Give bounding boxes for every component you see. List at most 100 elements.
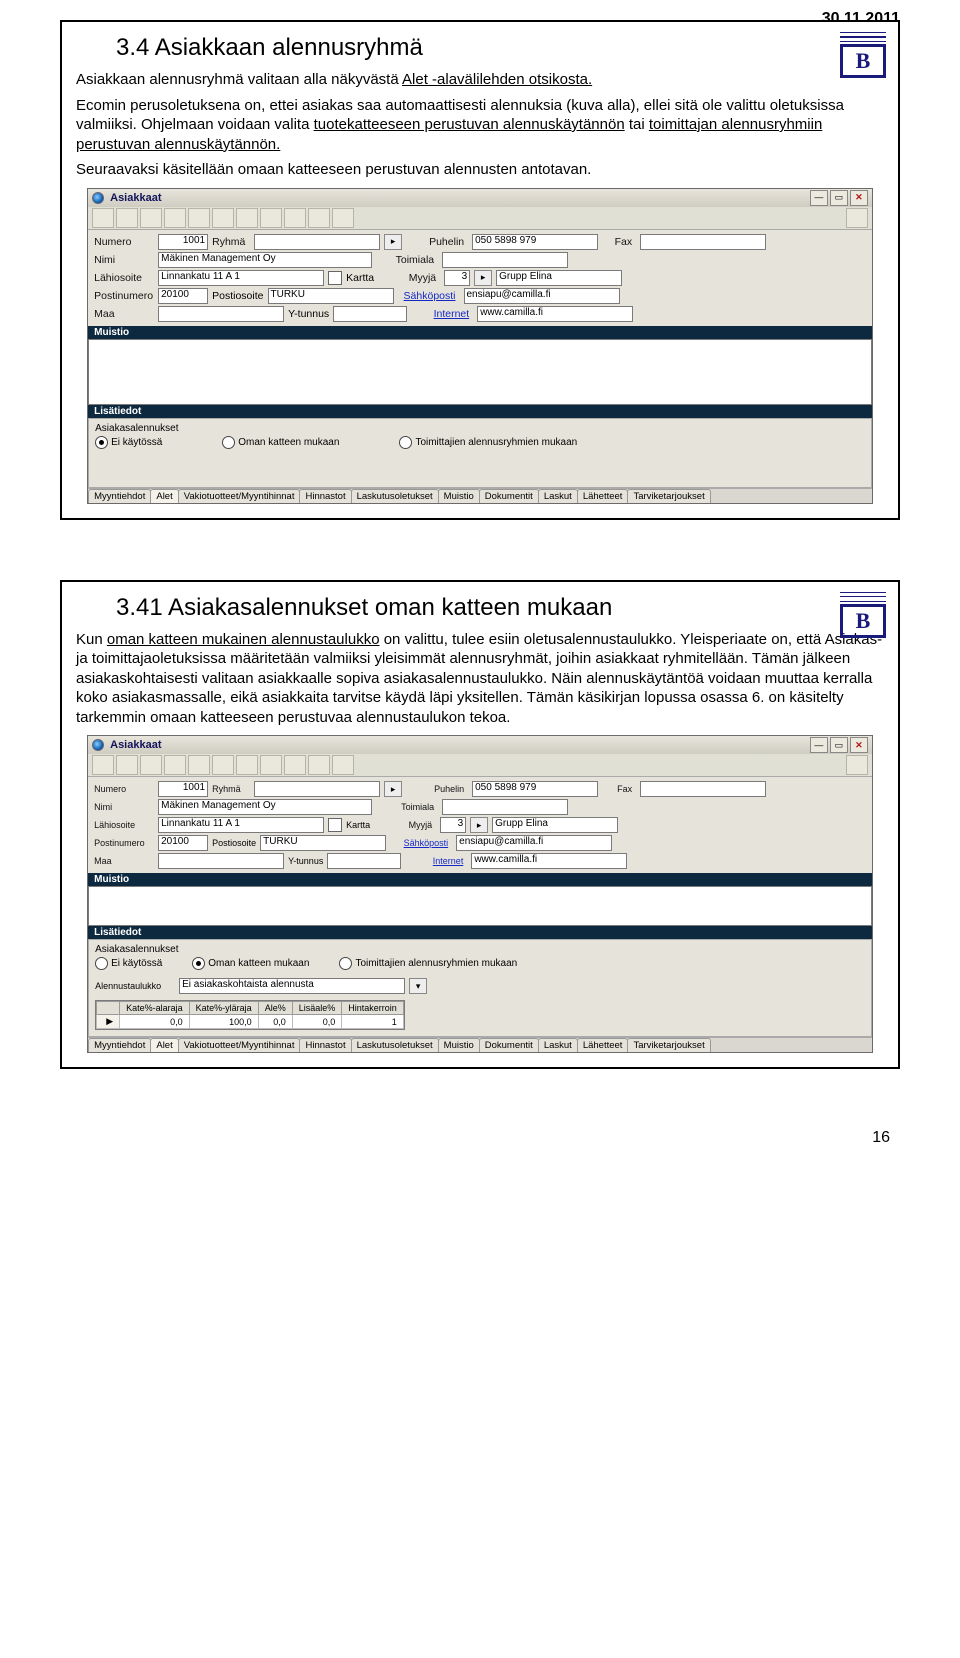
maa-field[interactable]: [158, 853, 284, 869]
internet-field[interactable]: www.camilla.fi: [471, 853, 627, 869]
tab-laskutusoletukset[interactable]: Laskutusoletukset: [351, 489, 439, 503]
ytunnus-field[interactable]: [327, 853, 401, 869]
alennus-grid[interactable]: Kate%-alaraja Kate%-yläraja Ale% Lisäale…: [95, 1000, 405, 1030]
toolbar-btn[interactable]: [846, 208, 868, 228]
toimiala-field[interactable]: [442, 799, 568, 815]
toolbar-btn[interactable]: [92, 755, 114, 775]
toolbar-btn[interactable]: [140, 755, 162, 775]
postiosoite-field[interactable]: TURKU: [268, 288, 394, 304]
tab-lahetteet[interactable]: Lähetteet: [577, 1038, 629, 1052]
ryhma-field[interactable]: [254, 234, 380, 250]
lahiosoite-field[interactable]: Linnankatu 11 A 1: [158, 270, 324, 286]
kartta-checkbox[interactable]: [328, 271, 342, 285]
maximize-button[interactable]: ▭: [830, 737, 848, 753]
toolbar-btn[interactable]: [212, 208, 234, 228]
tab-vakiotuotteet[interactable]: Vakiotuotteet/Myyntihinnat: [178, 1038, 301, 1052]
ytunnus-field[interactable]: [333, 306, 407, 322]
label-internet[interactable]: Internet: [411, 308, 473, 320]
nimi-field[interactable]: Mäkinen Management Oy: [158, 252, 372, 268]
toolbar-btn[interactable]: [188, 208, 210, 228]
toolbar-btn[interactable]: [116, 208, 138, 228]
tab-tarviketarjoukset[interactable]: Tarviketarjoukset: [627, 489, 710, 503]
tab-lahetteet[interactable]: Lähetteet: [577, 489, 629, 503]
muistio-textarea[interactable]: [88, 886, 872, 926]
dropdown-button[interactable]: ▾: [409, 978, 427, 994]
toolbar-btn[interactable]: [308, 755, 330, 775]
toolbar-btn[interactable]: [164, 755, 186, 775]
radio-toimittajien[interactable]: Toimittajien alennusryhmien mukaan: [339, 957, 517, 970]
titlebar[interactable]: Asiakkaat — ▭ ✕: [88, 736, 872, 754]
fax-field[interactable]: [640, 781, 766, 797]
myyja-num-field[interactable]: 3: [444, 270, 470, 286]
close-button[interactable]: ✕: [850, 190, 868, 206]
toolbar-btn[interactable]: [116, 755, 138, 775]
numero-field[interactable]: 1001: [158, 781, 208, 797]
tab-laskutusoletukset[interactable]: Laskutusoletukset: [351, 1038, 439, 1052]
radio-ei-kaytossa[interactable]: Ei käytössä: [95, 436, 162, 449]
close-button[interactable]: ✕: [850, 737, 868, 753]
toolbar-btn[interactable]: [260, 755, 282, 775]
tab-dokumentit[interactable]: Dokumentit: [479, 1038, 539, 1052]
ryhma-lookup-button[interactable]: ▸: [384, 781, 402, 797]
radio-ei-kaytossa[interactable]: Ei käytössä: [95, 957, 162, 970]
label-internet[interactable]: Internet: [405, 856, 467, 866]
puhelin-field[interactable]: 050 5898 979: [472, 781, 598, 797]
maa-field[interactable]: [158, 306, 284, 322]
toolbar-btn[interactable]: [332, 755, 354, 775]
tab-laskut[interactable]: Laskut: [538, 1038, 578, 1052]
toolbar-btn[interactable]: [236, 755, 258, 775]
lahiosoite-field[interactable]: Linnankatu 11 A 1: [158, 817, 324, 833]
tab-myyntiehdot[interactable]: Myyntiehdot: [88, 489, 151, 503]
ryhma-field[interactable]: [254, 781, 380, 797]
nimi-field[interactable]: Mäkinen Management Oy: [158, 799, 372, 815]
tab-laskut[interactable]: Laskut: [538, 489, 578, 503]
radio-oman-katteen[interactable]: Oman katteen mukaan: [192, 957, 309, 970]
toolbar-btn[interactable]: [236, 208, 258, 228]
myyja-name-field[interactable]: Grupp Elina: [496, 270, 622, 286]
fax-field[interactable]: [640, 234, 766, 250]
tab-alet[interactable]: Alet: [150, 1038, 178, 1052]
toolbar-btn[interactable]: [846, 755, 868, 775]
toolbar-btn[interactable]: [332, 208, 354, 228]
minimize-button[interactable]: —: [810, 737, 828, 753]
radio-toimittajien[interactable]: Toimittajien alennusryhmien mukaan: [399, 436, 577, 449]
sahkoposti-field[interactable]: ensiapu@camilla.fi: [456, 835, 612, 851]
toolbar-btn[interactable]: [188, 755, 210, 775]
tab-alet[interactable]: Alet: [150, 489, 178, 503]
muistio-textarea[interactable]: [88, 339, 872, 405]
tab-muistio[interactable]: Muistio: [438, 1038, 480, 1052]
label-sahkoposti[interactable]: Sähköposti: [398, 290, 460, 302]
toolbar-btn[interactable]: [284, 208, 306, 228]
tab-hinnastot[interactable]: Hinnastot: [299, 1038, 351, 1052]
myyja-name-field[interactable]: Grupp Elina: [492, 817, 618, 833]
tab-dokumentit[interactable]: Dokumentit: [479, 489, 539, 503]
postinumero-field[interactable]: 20100: [158, 835, 208, 851]
tab-vakiotuotteet[interactable]: Vakiotuotteet/Myyntihinnat: [178, 489, 301, 503]
toolbar-btn[interactable]: [140, 208, 162, 228]
ryhma-lookup-button[interactable]: ▸: [384, 234, 402, 250]
titlebar[interactable]: Asiakkaat — ▭ ✕: [88, 189, 872, 207]
toolbar-btn[interactable]: [92, 208, 114, 228]
tab-hinnastot[interactable]: Hinnastot: [299, 489, 351, 503]
numero-field[interactable]: 1001: [158, 234, 208, 250]
label-sahkoposti[interactable]: Sähköposti: [390, 838, 452, 848]
tab-muistio[interactable]: Muistio: [438, 489, 480, 503]
toolbar-btn[interactable]: [164, 208, 186, 228]
myyja-lookup-button[interactable]: ▸: [470, 817, 488, 833]
sahkoposti-field[interactable]: ensiapu@camilla.fi: [464, 288, 620, 304]
toolbar-btn[interactable]: [284, 755, 306, 775]
maximize-button[interactable]: ▭: [830, 190, 848, 206]
toolbar-btn[interactable]: [308, 208, 330, 228]
postiosoite-field[interactable]: TURKU: [260, 835, 386, 851]
table-row[interactable]: ▶ 0,0 100,0 0,0 0,0 1: [97, 1015, 404, 1029]
radio-oman-katteen[interactable]: Oman katteen mukaan: [222, 436, 339, 449]
tab-tarviketarjoukset[interactable]: Tarviketarjoukset: [627, 1038, 710, 1052]
toolbar-btn[interactable]: [260, 208, 282, 228]
toimiala-field[interactable]: [442, 252, 568, 268]
tab-myyntiehdot[interactable]: Myyntiehdot: [88, 1038, 151, 1052]
myyja-lookup-button[interactable]: ▸: [474, 270, 492, 286]
myyja-num-field[interactable]: 3: [440, 817, 466, 833]
kartta-checkbox[interactable]: [328, 818, 342, 832]
puhelin-field[interactable]: 050 5898 979: [472, 234, 598, 250]
internet-field[interactable]: www.camilla.fi: [477, 306, 633, 322]
